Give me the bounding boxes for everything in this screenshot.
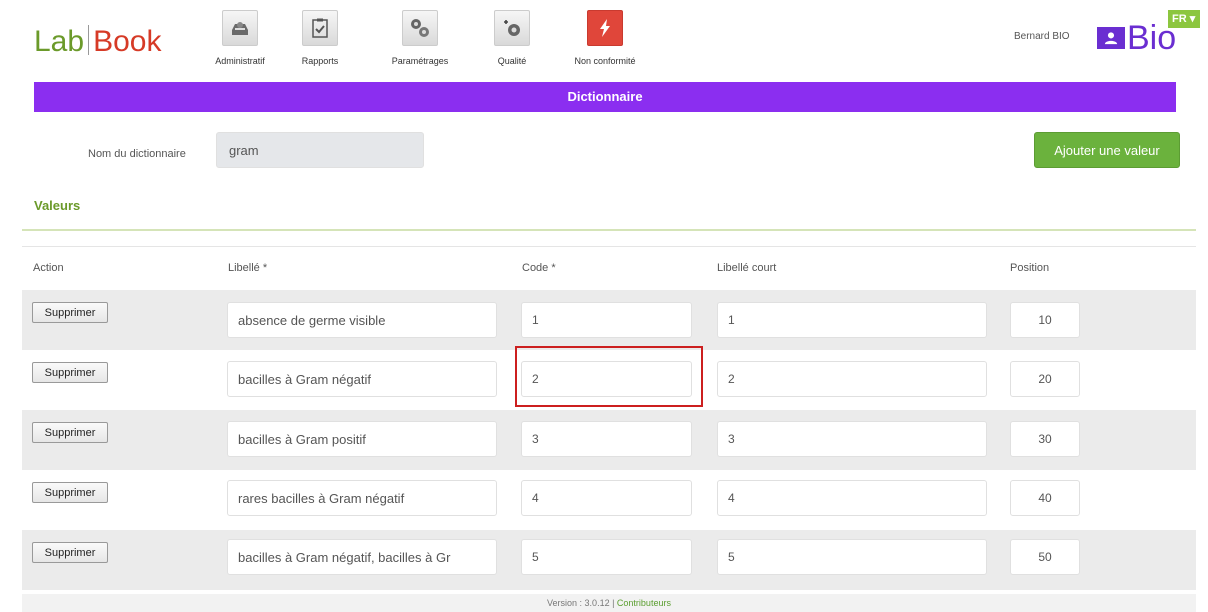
dictionary-name-input[interactable] <box>216 132 424 168</box>
short-label-input[interactable] <box>717 421 987 457</box>
delete-button[interactable]: Supprimer <box>32 482 108 503</box>
clipboard-check-icon <box>302 10 338 46</box>
libelle-input[interactable] <box>227 480 497 516</box>
nav-label: Administratif <box>215 56 265 66</box>
code-input[interactable] <box>521 539 692 575</box>
code-input[interactable] <box>521 480 692 516</box>
code-input[interactable] <box>521 361 692 397</box>
libelle-input[interactable] <box>227 539 497 575</box>
short-label-input[interactable] <box>717 480 987 516</box>
delete-button[interactable]: Supprimer <box>32 302 108 323</box>
bio-logo: Bio <box>1097 18 1176 58</box>
app-header: Lab Book Administratif Rapports Paramétra… <box>0 0 1208 78</box>
language-selector[interactable]: FR ▾ <box>1168 10 1200 28</box>
delete-button[interactable]: Supprimer <box>32 422 108 443</box>
code-input[interactable] <box>521 421 692 457</box>
short-label-input[interactable] <box>717 539 987 575</box>
position-input[interactable] <box>1010 539 1080 575</box>
contributors-link[interactable]: Contributeurs <box>617 598 671 608</box>
position-input[interactable] <box>1010 480 1080 516</box>
table-row: Supprimer <box>22 530 1196 590</box>
inbox-icon <box>222 10 258 46</box>
logo-separator <box>88 25 90 55</box>
delete-button[interactable]: Supprimer <box>32 542 108 563</box>
values-section-title: Valeurs <box>34 198 81 213</box>
table-row: Supprimer <box>22 410 1196 470</box>
column-header-code: Code * <box>522 262 556 274</box>
logo-book-text: Book <box>93 25 162 58</box>
column-header-position: Position <box>1010 262 1050 274</box>
position-input[interactable] <box>1010 421 1080 457</box>
delete-button[interactable]: Supprimer <box>32 362 108 383</box>
nav-administratif[interactable]: Administratif <box>200 10 280 66</box>
table-row: Supprimer <box>22 470 1196 530</box>
bio-user-icon <box>1097 27 1125 49</box>
short-label-input[interactable] <box>717 302 987 338</box>
position-input[interactable] <box>1010 361 1080 397</box>
gears-icon <box>402 10 438 46</box>
short-label-input[interactable] <box>717 361 987 397</box>
lightning-icon <box>587 10 623 46</box>
quality-gear-icon <box>494 10 530 46</box>
version-text: Version : 3.0.12 | <box>547 598 617 608</box>
section-divider <box>22 229 1196 231</box>
dictionary-name-label: Nom du dictionnaire <box>88 148 186 160</box>
add-value-button[interactable]: Ajouter une valeur <box>1034 132 1180 168</box>
code-input[interactable] <box>521 302 692 338</box>
nav-label: Paramétrages <box>391 56 449 66</box>
nav-label: Rapports <box>301 56 339 66</box>
user-name[interactable]: Bernard BIO <box>1014 31 1070 42</box>
page-title-banner: Dictionnaire <box>34 82 1176 112</box>
libelle-input[interactable] <box>227 302 497 338</box>
table-header-divider <box>22 246 1196 247</box>
nav-qualite[interactable]: Qualité <box>490 10 534 66</box>
column-header-action: Action <box>33 262 64 274</box>
logo-lab-text: Lab <box>34 25 85 58</box>
libelle-input[interactable] <box>227 361 497 397</box>
libelle-input[interactable] <box>227 421 497 457</box>
position-input[interactable] <box>1010 302 1080 338</box>
column-header-libelle: Libellé * <box>228 262 268 274</box>
nav-label: Non conformité <box>574 56 636 66</box>
column-header-libelle-court: Libellé court <box>717 262 777 274</box>
nav-parametrages[interactable]: Paramétrages <box>380 10 460 66</box>
nav-label: Qualité <box>497 56 527 66</box>
nav-non-conformite[interactable]: Non conformité <box>570 10 640 66</box>
labbook-logo[interactable]: Lab Book <box>34 22 161 62</box>
table-row: Supprimer <box>22 350 1196 410</box>
table-row: Supprimer <box>22 290 1196 350</box>
nav-rapports[interactable]: Rapports <box>290 10 350 66</box>
footer: Version : 3.0.12 | Contributeurs <box>22 594 1196 612</box>
